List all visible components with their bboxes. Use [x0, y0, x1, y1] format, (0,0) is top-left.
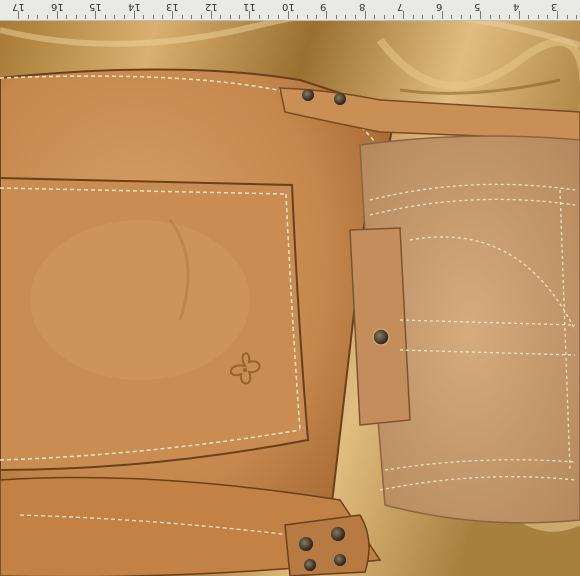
ruler-minor-tick	[335, 15, 337, 19]
ruler-tick	[18, 11, 19, 19]
ruler-minor-tick	[354, 15, 356, 19]
leather-bag-photo	[0, 8, 580, 576]
ruler-minor-tick	[470, 15, 472, 19]
ruler-tick	[557, 11, 558, 19]
ruler-tick	[287, 11, 289, 19]
ruler-minor-tick	[239, 15, 241, 19]
ruler-minor-tick	[268, 15, 270, 19]
ruler-number: 15	[89, 1, 102, 12]
ruler-tick	[249, 11, 250, 19]
ruler-minor-tick	[374, 15, 376, 19]
ruler-minor-tick	[114, 15, 116, 19]
ruler-minor-tick	[297, 15, 299, 19]
ruler-tick	[56, 11, 58, 19]
ruler-minor-tick	[191, 15, 193, 19]
ruler-minor-tick	[451, 15, 453, 19]
photo-scene: 17 16 15 14 13 12 11 10 9 8 7 6 5 4 3	[0, 0, 580, 576]
ruler-number: 8	[358, 1, 365, 12]
ruler-number: 5	[474, 1, 481, 12]
ruler-minor-tick	[123, 15, 125, 19]
ruler-tick	[364, 11, 366, 19]
ruler-minor-tick	[383, 15, 385, 19]
ruler-minor-tick	[46, 15, 48, 19]
ruler-minor-tick	[576, 15, 578, 19]
ruler-tick	[95, 11, 96, 19]
ruler-minor-tick	[104, 15, 106, 19]
ruler-number: 13	[166, 1, 179, 12]
strap-rivet	[302, 89, 314, 101]
ruler-minor-tick	[393, 15, 395, 19]
ruler-tick	[326, 11, 327, 19]
ruler-minor-tick	[75, 15, 77, 19]
ruler-minor-tick	[412, 15, 414, 19]
ruler-number: 4	[512, 1, 519, 12]
ruler-minor-tick	[85, 15, 87, 19]
ruler-number: 9	[320, 1, 327, 12]
bottom-rivet	[299, 537, 313, 551]
ruler-minor-tick	[258, 15, 260, 19]
ruler-number: 16	[50, 1, 64, 12]
ruler-tick	[518, 11, 520, 19]
ruler-minor-tick	[181, 15, 183, 19]
snap-button	[372, 328, 390, 346]
ruler-minor-tick	[566, 15, 568, 19]
ruler-minor-tick	[460, 15, 462, 19]
ruler-number: 6	[435, 1, 442, 12]
ruler-minor-tick	[200, 15, 202, 19]
ruler-minor-tick	[66, 15, 68, 19]
ruler-minor-tick	[508, 15, 510, 19]
ruler-number: 10	[281, 1, 295, 12]
ruler-minor-tick	[220, 15, 222, 19]
ruler-minor-tick	[316, 15, 318, 19]
ruler-number: 7	[397, 1, 404, 12]
ruler-number: 14	[127, 1, 141, 12]
bottom-rivet	[331, 527, 345, 541]
ruler-minor-tick	[537, 15, 539, 19]
ruler-minor-tick	[152, 15, 154, 19]
bottom-rivet	[334, 554, 346, 566]
measuring-ruler: 17 16 15 14 13 12 11 10 9 8 7 6 5 4 3	[0, 0, 580, 21]
ruler-minor-tick	[431, 15, 433, 19]
ruler-minor-tick	[37, 15, 39, 19]
ruler-tick	[133, 11, 135, 19]
ruler-minor-tick	[277, 15, 279, 19]
ruler-minor-tick	[499, 15, 501, 19]
ruler-minor-tick	[422, 15, 424, 19]
ruler-number: 11	[243, 1, 256, 12]
ruler-tick	[403, 11, 404, 19]
ruler-minor-tick	[489, 15, 491, 19]
ruler-minor-tick	[306, 15, 308, 19]
ruler-minor-tick	[528, 15, 530, 19]
ruler-tick	[210, 11, 212, 19]
ruler-tick	[480, 11, 481, 19]
inner-closure-tab	[349, 227, 411, 426]
ruler-tick	[172, 11, 173, 19]
ruler-number: 12	[204, 1, 218, 12]
ruler-number: 3	[551, 1, 558, 12]
ruler-minor-tick	[229, 15, 231, 19]
ruler-minor-tick	[547, 15, 549, 19]
ruler-minor-tick	[143, 15, 145, 19]
bottom-rivet	[304, 559, 316, 571]
ruler-number: 17	[12, 1, 25, 12]
ruler-minor-tick	[27, 15, 29, 19]
ruler-minor-tick	[345, 15, 347, 19]
ruler-minor-tick	[162, 15, 164, 19]
ruler-tick	[441, 11, 443, 19]
strap-rivet	[334, 93, 346, 105]
